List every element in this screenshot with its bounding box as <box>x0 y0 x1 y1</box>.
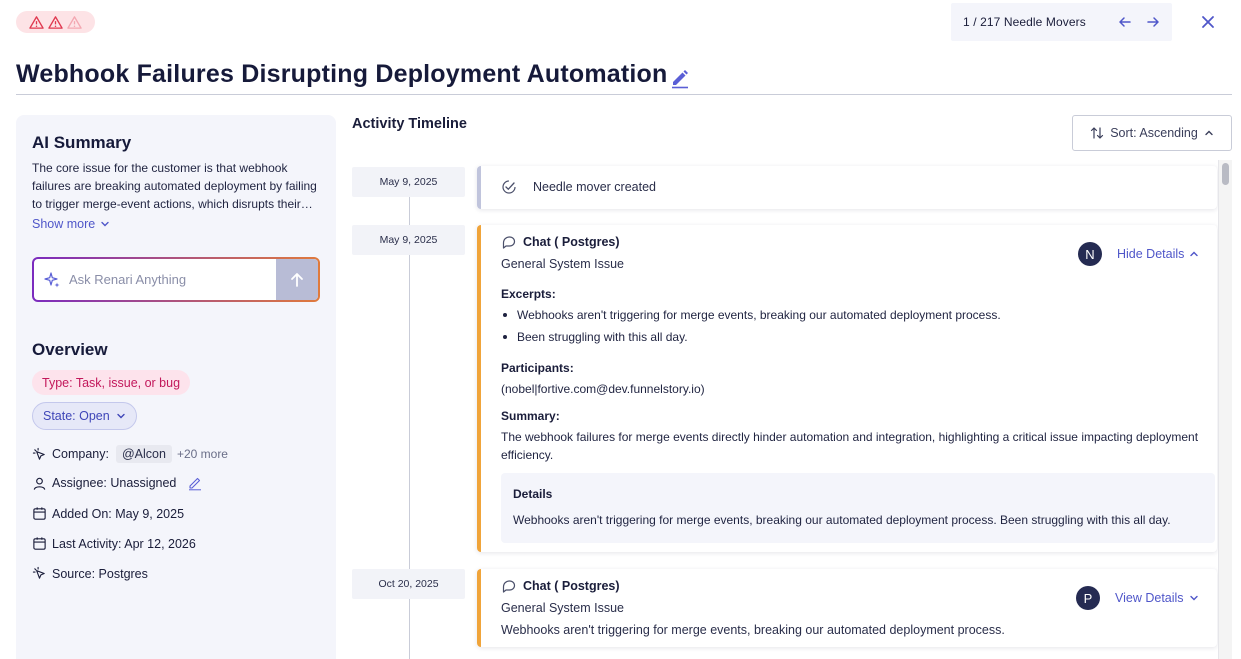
timeline-date: Oct 20, 2025 <box>352 569 465 599</box>
ask-renari-inner <box>34 259 318 300</box>
card-channel: Chat ( Postgres) <box>523 235 620 249</box>
timeline-date: May 9, 2025 <box>352 167 465 197</box>
last-activity-row: Last Activity: Apr 12, 2026 <box>32 536 196 551</box>
assignee-text: Assignee: Unassigned <box>52 476 177 490</box>
list-item: Webhooks aren't triggering for merge eve… <box>503 304 1001 326</box>
timeline-card-chat: Chat ( Postgres) General System Issue P … <box>477 569 1217 647</box>
next-button[interactable] <box>1139 8 1167 36</box>
edit-assignee-icon[interactable] <box>187 475 203 491</box>
chat-icon <box>502 580 516 593</box>
state-label: State: Open <box>43 409 110 423</box>
view-details-button[interactable]: View Details <box>1115 591 1199 605</box>
calendar-icon <box>33 537 46 550</box>
arrow-right-icon <box>1147 17 1159 27</box>
participants-label: Participants: <box>501 361 574 375</box>
cursor-click-icon <box>32 566 45 579</box>
assignee-row: Assignee: Unassigned <box>32 475 203 491</box>
card-category: General System Issue <box>501 257 624 271</box>
avatar: N <box>1078 242 1102 266</box>
overview-heading: Overview <box>32 340 108 359</box>
previous-button[interactable] <box>1111 8 1139 36</box>
chat-icon <box>502 236 516 249</box>
chevron-up-icon <box>1190 251 1199 257</box>
card-preview: Webhooks aren't triggering for merge eve… <box>501 623 1005 637</box>
timeline-card-chat: Chat ( Postgres) General System Issue N … <box>477 225 1217 552</box>
sort-icon <box>1091 127 1104 139</box>
ask-renari-input[interactable] <box>61 259 276 300</box>
ai-summary-heading: AI Summary <box>32 133 132 152</box>
company-tag[interactable]: @Alcon <box>115 445 172 463</box>
view-details-label: View Details <box>1115 591 1184 605</box>
close-icon <box>1202 16 1214 28</box>
arrow-up-icon <box>291 272 303 287</box>
summary-text: The webhook failures for merge events di… <box>501 430 1199 462</box>
target-check-icon <box>502 180 516 194</box>
details-label: Details <box>513 487 553 501</box>
show-more-label: Show more <box>32 217 96 231</box>
source-text: Source: Postgres <box>52 566 148 581</box>
scrollbar-thumb[interactable] <box>1222 163 1229 185</box>
ai-summary-text: The core issue for the customer is that … <box>32 161 317 211</box>
left-panel: AI Summary The core issue for the custom… <box>16 115 336 659</box>
calendar-icon <box>33 507 46 520</box>
send-button[interactable] <box>276 259 318 300</box>
last-activity-text: Last Activity: Apr 12, 2026 <box>52 536 196 551</box>
warning-icon <box>67 15 82 29</box>
source-row: Source: Postgres <box>32 566 148 581</box>
card-header: Chat ( Postgres) <box>501 578 620 594</box>
warning-icon <box>48 15 63 29</box>
chevron-down-icon <box>101 221 109 227</box>
page-title: Webhook Failures Disrupting Deployment A… <box>16 60 668 88</box>
priority-indicator <box>16 11 95 33</box>
user-icon <box>33 477 46 490</box>
cursor-click-icon <box>32 447 45 460</box>
added-on-text: Added On: May 9, 2025 <box>52 506 185 521</box>
timeline-scrollbar[interactable] <box>1218 160 1232 659</box>
list-item: Been struggling with this all day. <box>503 326 1001 348</box>
details-box: Details Webhooks aren't triggering for m… <box>501 473 1215 543</box>
details-text: Webhooks aren't triggering for merge eve… <box>513 513 1171 527</box>
avatar: P <box>1076 586 1100 610</box>
sort-button[interactable]: Sort: Ascending <box>1072 115 1232 151</box>
chevron-down-icon <box>117 413 125 419</box>
summary-label: Summary: <box>501 409 560 423</box>
created-text: Needle mover created <box>533 180 656 194</box>
timeline-date: May 9, 2025 <box>352 225 465 255</box>
needle-mover-pager: 1 / 217 Needle Movers <box>951 3 1172 41</box>
warning-icon <box>29 15 44 29</box>
card-header: Chat ( Postgres) <box>501 234 620 250</box>
chevron-up-icon <box>1205 130 1213 136</box>
state-dropdown[interactable]: State: Open <box>32 402 137 430</box>
title-divider <box>16 94 1232 95</box>
card-channel: Chat ( Postgres) <box>523 579 620 593</box>
pager-count: 1 / 217 Needle Movers <box>963 15 1086 29</box>
excerpts-label: Excerpts: <box>501 287 556 301</box>
card-category: General System Issue <box>501 601 624 615</box>
show-more-button[interactable]: Show more <box>32 217 110 231</box>
sort-label: Sort: Ascending <box>1110 126 1198 140</box>
type-chip: Type: Task, issue, or bug <box>32 370 191 395</box>
edit-title-icon[interactable] <box>669 67 691 89</box>
hide-details-label: Hide Details <box>1117 247 1185 261</box>
company-label: Company: <box>52 447 109 461</box>
arrow-left-icon <box>1119 17 1131 27</box>
sparkle-icon <box>44 271 60 287</box>
excerpts-list: Webhooks aren't triggering for merge eve… <box>503 304 1001 348</box>
added-on-row: Added On: May 9, 2025 <box>32 506 184 521</box>
company-row: Company: @Alcon +20 more <box>32 445 228 463</box>
close-button[interactable] <box>1196 10 1220 34</box>
hide-details-button[interactable]: Hide Details <box>1117 247 1199 261</box>
participants-text: (nobel|fortive.com@dev.funnelstory.io) <box>501 382 705 396</box>
timeline-card-created: Needle mover created <box>477 166 1217 209</box>
activity-timeline-heading: Activity Timeline <box>352 116 467 132</box>
chevron-down-icon <box>1189 595 1198 601</box>
company-more-link[interactable]: +20 more <box>177 447 228 461</box>
ask-renari-box <box>32 257 320 302</box>
